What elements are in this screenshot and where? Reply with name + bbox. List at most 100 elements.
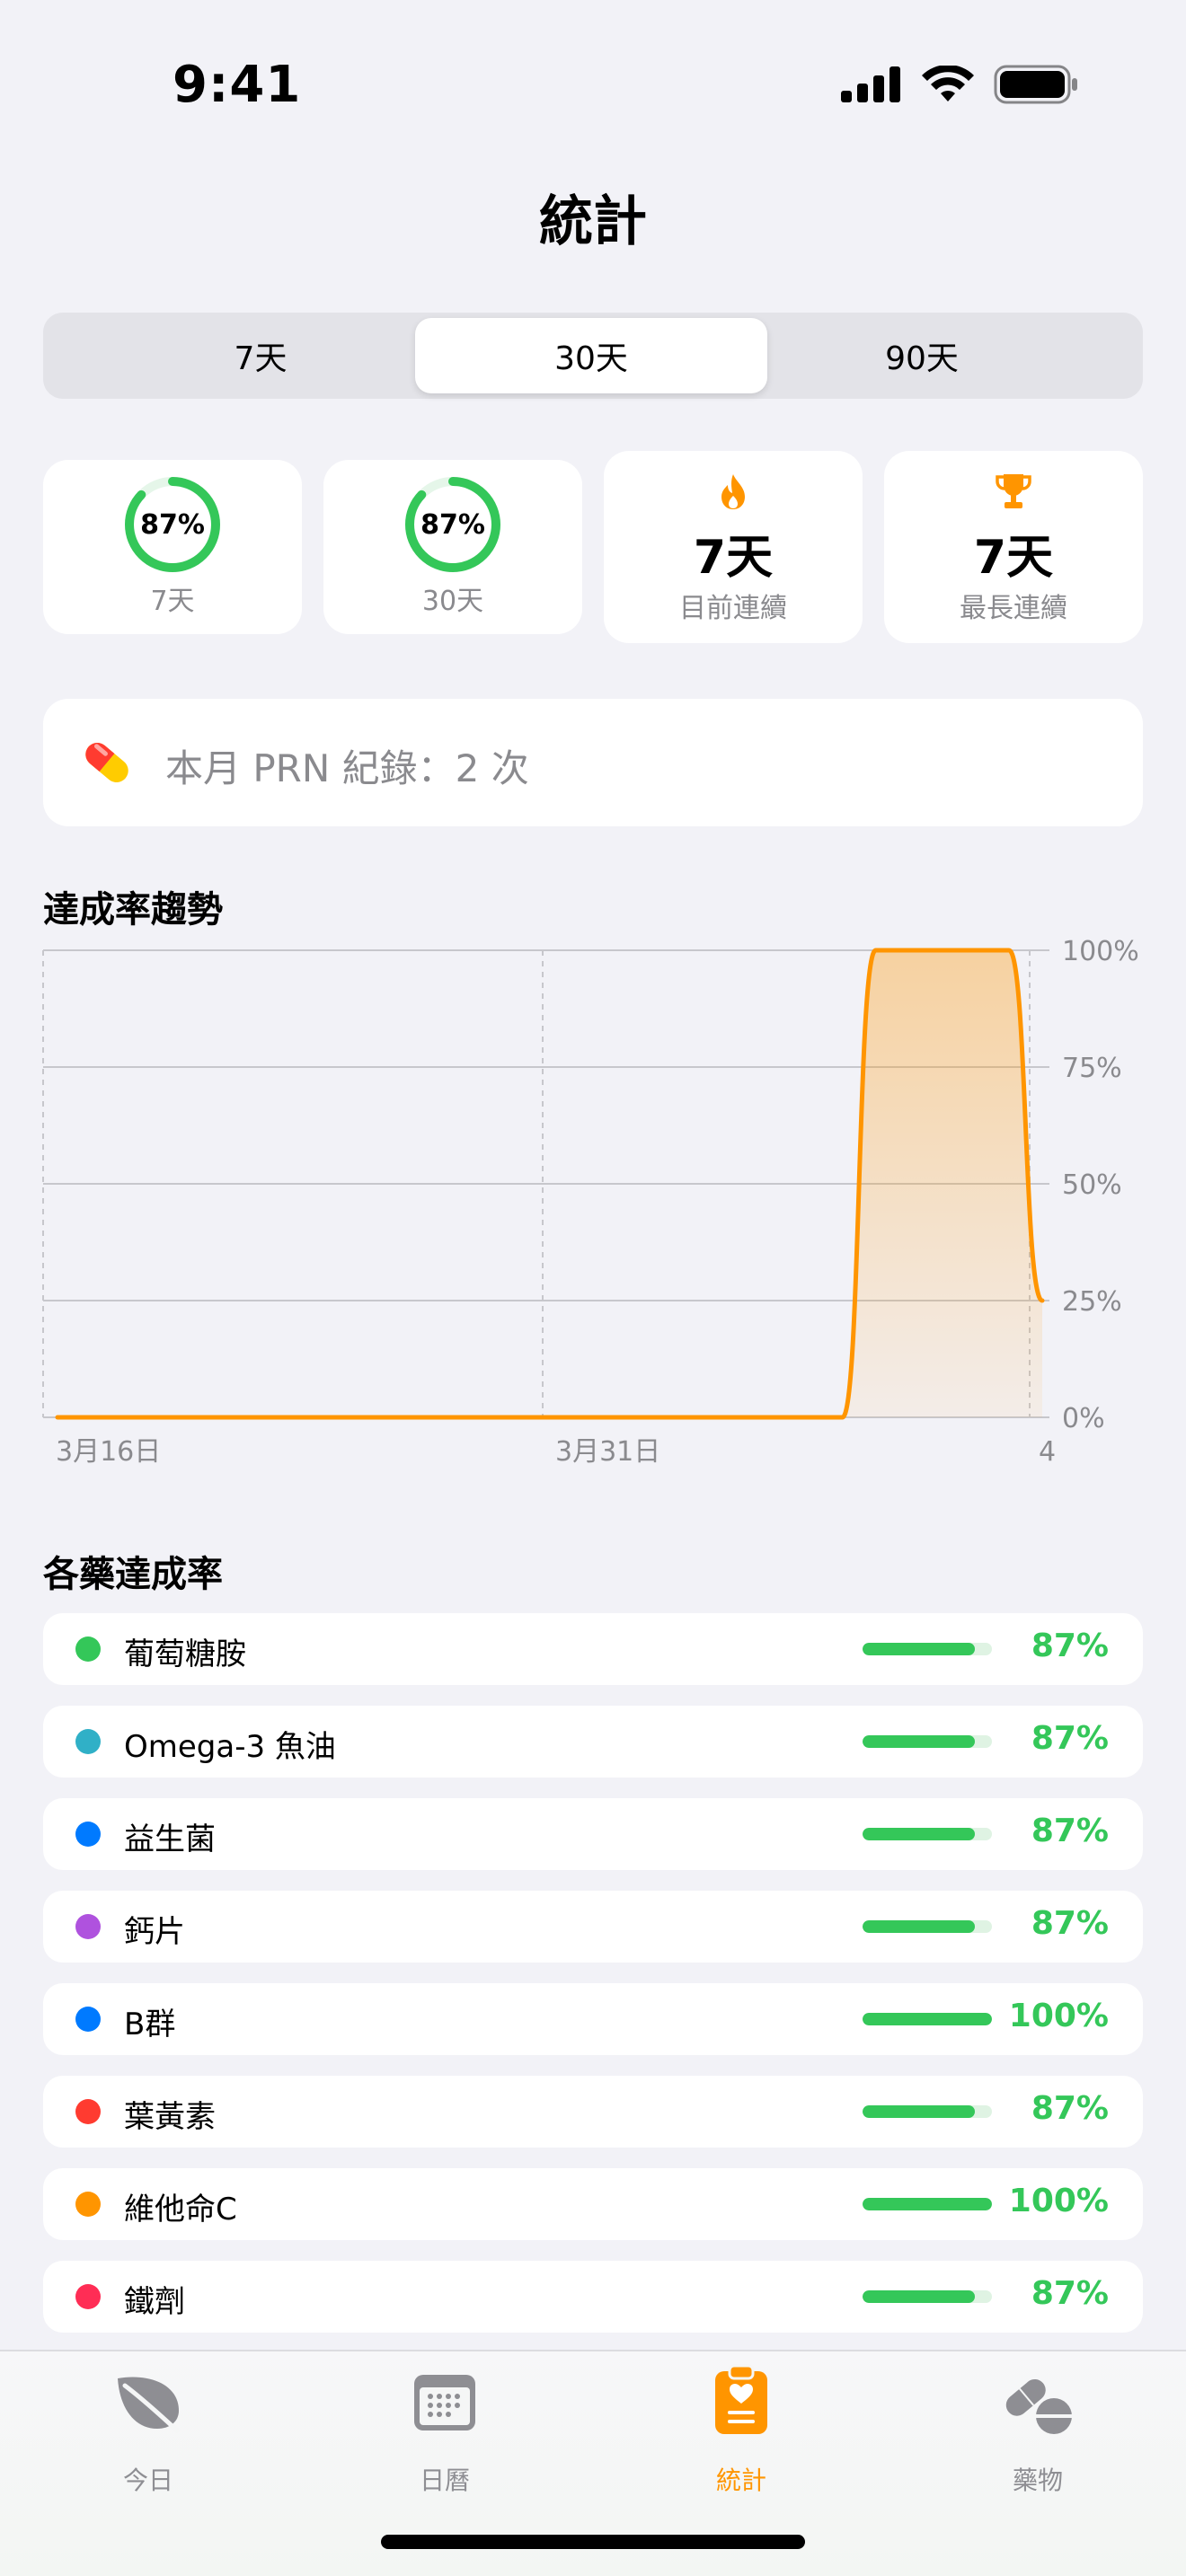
medications-section-title: 各藥達成率 [43,1554,223,1595]
medication-progress-bar [863,2198,992,2210]
medication-progress-fill [863,1643,976,1655]
y-tick-label: 25% [1062,1286,1122,1318]
medication-progress-fill [863,2013,992,2025]
medication-color-dot [75,2192,101,2217]
rate-7-day-ring: 87% [122,474,223,575]
medication-color-dot [75,1914,101,1939]
home-indicator [381,2535,805,2549]
medication-name: 維他命C [124,2192,237,2228]
medication-color-dot [75,2284,101,2309]
medication-row[interactable]: 益生菌 87% [43,1798,1143,1870]
medication-name: 鐵劑 [124,2284,185,2320]
medication-progress-fill [863,2290,976,2303]
prn-summary-text: 本月 PRN 紀錄：2 次 [165,746,529,790]
tab-statistics-label: 統計 [715,2466,766,2495]
calendar-icon [414,2375,475,2430]
longest-streak-label: 最長連續 [960,593,1067,624]
prn-summary-card[interactable]: 本月 PRN 紀錄：2 次 [43,699,1143,826]
chart-x-axis: 3月16日 3月31日 4 [56,1436,1056,1468]
medication-percent: 87% [1031,1813,1109,1849]
tab-statistics[interactable]: 統計 [593,2351,890,2504]
medication-color-dot [75,2007,101,2032]
tab-calendar[interactable]: 日曆 [296,2351,593,2504]
medication-percent: 87% [1031,1628,1109,1664]
medication-row[interactable]: 葉黃素 87% [43,2076,1143,2148]
medication-row[interactable]: B群 100% [43,1983,1143,2055]
trend-chart: 100% 75% 50% 25% 0% 3月16日 3月31日 4 [42,936,1139,1468]
medication-color-dot [75,1729,101,1754]
medication-percent: 100% [1008,2183,1109,2219]
trophy-icon [996,474,1031,508]
chart-y-axis: 100% 75% 50% 25% 0% [1062,936,1139,1434]
period-segmented-control: 7天 30天 90天 [43,313,1143,399]
status-icons [841,65,1078,104]
x-tick-label: 3月16日 [56,1436,161,1468]
medication-progress-bar [863,2013,992,2025]
medication-progress-fill [863,2105,976,2118]
medication-progress-bar [863,1735,992,1748]
medication-progress-bar [863,1643,992,1655]
medication-percent: 87% [1031,2090,1109,2127]
current-streak-value: 7天 [693,531,774,585]
medication-name: 益生菌 [124,1822,216,1857]
tab-today-label: 今日 [122,2466,173,2495]
medication-row[interactable]: 維他命C 100% [43,2168,1143,2240]
medication-row[interactable]: Omega-3 魚油 87% [43,1706,1143,1778]
medication-name: 葉黃素 [124,2099,216,2135]
segment-30-days[interactable]: 30天 [415,318,767,393]
leaf-icon [118,2377,180,2433]
segment-7-days[interactable]: 7天 [84,318,437,393]
flame-icon [721,474,745,509]
pill-capsule-icon [85,743,128,782]
tab-medications[interactable]: 藥物 [890,2351,1186,2504]
medication-color-dot [75,1636,101,1662]
y-tick-label: 100% [1062,936,1139,967]
rate-30-day-label: 30天 [421,586,484,617]
medication-name: 葡萄糖胺 [124,1636,246,1672]
medication-progress-bar [863,1920,992,1933]
medication-progress-fill [863,1828,976,1840]
status-bar: 9:41 [0,0,1186,171]
rate-30-day-card: 87% 30天 [323,460,582,634]
clipboard-heart-icon [715,2364,767,2434]
medication-progress-bar [863,1828,992,1840]
medication-progress-fill [863,2198,992,2210]
pills-icon [1005,2379,1072,2434]
medication-name: 鈣片 [124,1914,185,1950]
current-streak-label: 目前連續 [679,593,787,624]
tab-medications-label: 藥物 [1012,2466,1063,2495]
segment-90-days[interactable]: 90天 [746,318,1098,393]
medication-progress-bar [863,2290,992,2303]
rate-7-day-value: 87% [140,508,205,541]
status-time: 9:41 [173,56,302,114]
y-tick-label: 0% [1062,1403,1105,1434]
longest-streak-card: 7天 最長連續 [884,451,1143,643]
medication-progress-fill [863,1735,976,1748]
medication-name: Omega-3 魚油 [124,1729,336,1765]
current-streak-card: 7天 目前連續 [604,451,863,643]
medication-progress-fill [863,1920,976,1933]
x-tick-label: 4 [1039,1436,1056,1468]
medication-percent: 87% [1031,1720,1109,1757]
medication-percent: 87% [1031,1905,1109,1942]
y-tick-label: 75% [1062,1053,1122,1084]
medication-percent: 100% [1008,1998,1109,2034]
medication-row[interactable]: 鐵劑 87% [43,2261,1143,2333]
medication-percent: 87% [1031,2275,1109,2312]
medication-row[interactable]: 葡萄糖胺 87% [43,1613,1143,1685]
medication-color-dot [75,2099,101,2124]
rate-7-day-card: 87% 7天 [43,460,302,634]
battery-icon [994,65,1077,104]
medication-name: B群 [124,2007,176,2042]
rate-30-day-value: 87% [420,508,485,541]
rate-7-day-label: 7天 [150,586,195,617]
y-tick-label: 50% [1062,1169,1122,1201]
medication-row[interactable]: 鈣片 87% [43,1891,1143,1963]
x-tick-label: 3月31日 [555,1436,660,1468]
tab-today[interactable]: 今日 [0,2351,296,2504]
medication-progress-bar [863,2105,992,2118]
wifi-icon [922,66,974,101]
cellular-signal-icon [841,66,900,102]
tab-calendar-label: 日曆 [419,2466,470,2495]
rate-30-day-ring: 87% [403,474,503,575]
